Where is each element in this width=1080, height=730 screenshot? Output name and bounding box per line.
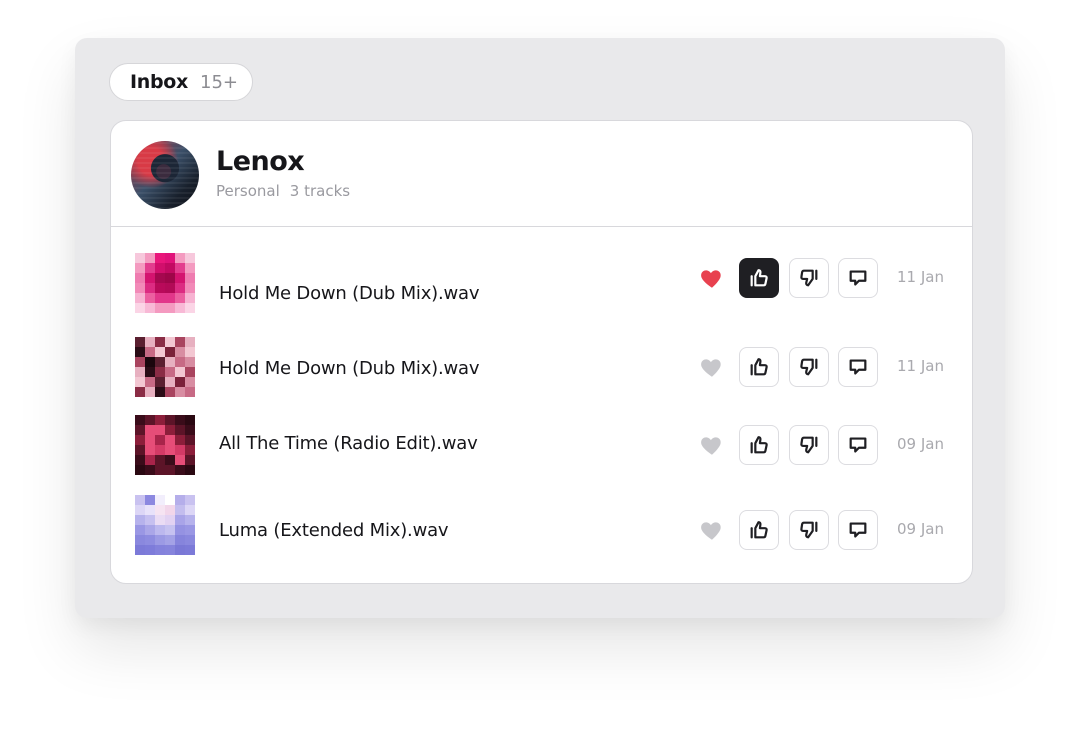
track-artwork[interactable]: [135, 337, 195, 397]
comment-button[interactable]: [838, 347, 878, 387]
playlist-meta: Personal 3 tracks: [216, 182, 350, 200]
track-date: 09 Jan: [897, 435, 944, 453]
playlist-type: Personal: [216, 182, 280, 200]
thumbs-up-icon: [748, 267, 770, 289]
thumbs-up-button[interactable]: [739, 258, 779, 298]
comment-button[interactable]: [838, 425, 878, 465]
inbox-count-badge: 15+: [200, 71, 239, 93]
track-row[interactable]: Luma (Extended Mix).wav 09 Jan: [111, 495, 972, 565]
thumbs-down-icon: [798, 356, 820, 378]
inbox-window: Inbox 15+ Lenox Personal 3 tracks Hold M…: [75, 38, 1005, 618]
track-artwork[interactable]: [135, 415, 195, 475]
track-title[interactable]: Hold Me Down (Dub Mix).wav: [219, 283, 480, 304]
track-title[interactable]: Hold Me Down (Dub Mix).wav: [219, 358, 480, 379]
track-artwork[interactable]: [135, 495, 195, 555]
playlist-track-count: 3 tracks: [289, 182, 351, 200]
comment-button[interactable]: [838, 510, 878, 550]
thumbs-up-icon: [748, 519, 770, 541]
comment-icon: [847, 519, 869, 541]
avatar[interactable]: [131, 141, 199, 209]
comment-button[interactable]: [838, 258, 878, 298]
thumbs-up-button[interactable]: [739, 510, 779, 550]
thumbs-down-button[interactable]: [789, 347, 829, 387]
track-title[interactable]: All The Time (Radio Edit).wav: [219, 433, 478, 454]
inbox-tab[interactable]: Inbox 15+: [109, 63, 254, 101]
thumbs-down-button[interactable]: [789, 510, 829, 550]
track-title[interactable]: Luma (Extended Mix).wav: [219, 520, 449, 541]
track-row[interactable]: Hold Me Down (Dub Mix).wav 11 Jan: [111, 337, 972, 407]
track-date: 11 Jan: [897, 268, 944, 286]
thumbs-down-icon: [798, 519, 820, 541]
playlist-card: Lenox Personal 3 tracks Hold Me Down (Du…: [110, 120, 973, 584]
heart-icon[interactable]: [699, 432, 725, 458]
track-row[interactable]: All The Time (Radio Edit).wav 09 Jan: [111, 415, 972, 485]
thumbs-down-icon: [798, 434, 820, 456]
heart-icon[interactable]: [699, 517, 725, 543]
inbox-label: Inbox: [130, 71, 189, 93]
track-artwork[interactable]: [135, 253, 195, 313]
thumbs-down-button[interactable]: [789, 258, 829, 298]
thumbs-down-icon: [798, 267, 820, 289]
thumbs-up-icon: [748, 434, 770, 456]
track-row[interactable]: Hold Me Down (Dub Mix).wav 11 Jan: [111, 253, 972, 323]
track-date: 09 Jan: [897, 520, 944, 538]
thumbs-up-button[interactable]: [739, 347, 779, 387]
heart-icon[interactable]: [699, 354, 725, 380]
thumbs-down-button[interactable]: [789, 425, 829, 465]
playlist-name: Lenox: [216, 146, 305, 177]
thumbs-up-button[interactable]: [739, 425, 779, 465]
heart-icon[interactable]: [699, 265, 725, 291]
comment-icon: [847, 434, 869, 456]
comment-icon: [847, 356, 869, 378]
track-date: 11 Jan: [897, 357, 944, 375]
comment-icon: [847, 267, 869, 289]
playlist-header: Lenox Personal 3 tracks: [111, 121, 972, 227]
thumbs-up-icon: [748, 356, 770, 378]
